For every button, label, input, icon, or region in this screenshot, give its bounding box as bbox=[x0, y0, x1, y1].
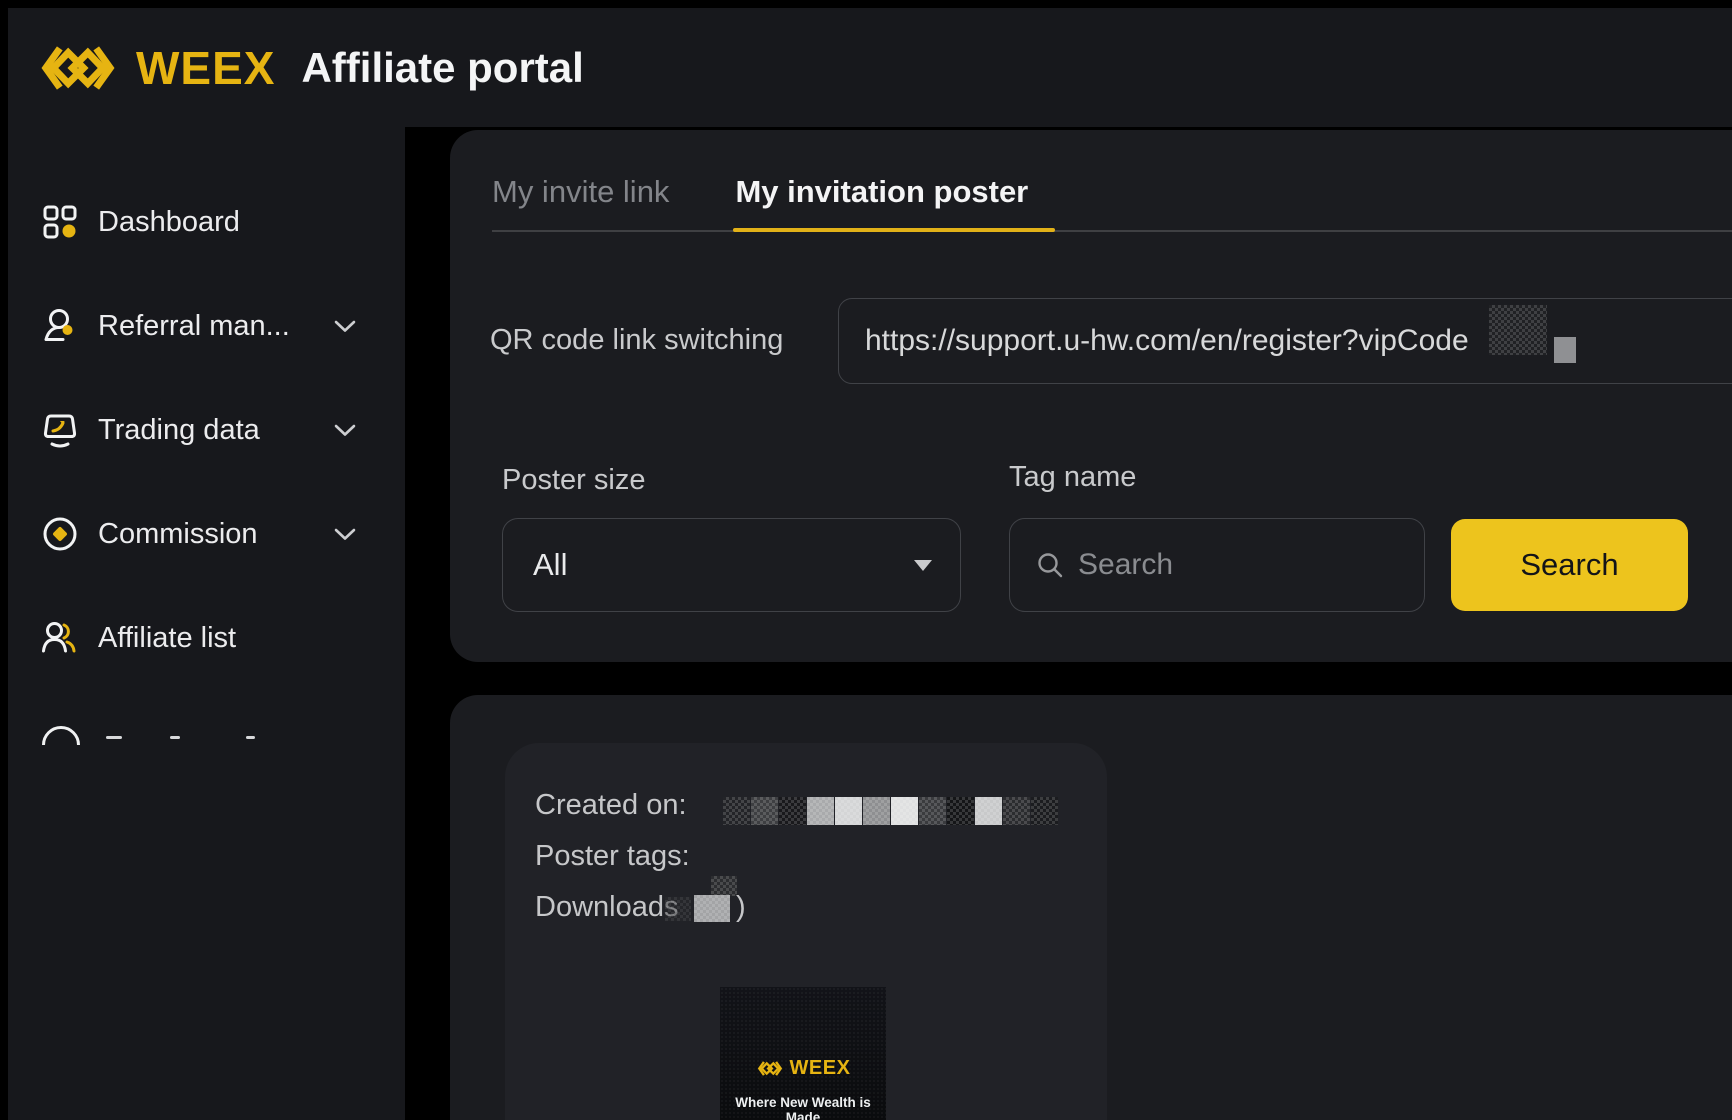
redacted-code-blur bbox=[1489, 305, 1547, 355]
sidebar-item-trading-data[interactable]: Trading data bbox=[40, 404, 380, 456]
tab-my-invite-link[interactable]: My invite link bbox=[492, 174, 669, 210]
qr-link-input[interactable] bbox=[839, 299, 1732, 383]
trading-monitor-icon bbox=[40, 410, 80, 450]
downloads-label: Downloads bbox=[535, 891, 678, 924]
app-header: WEEX Affiliate portal bbox=[8, 8, 1732, 127]
search-button[interactable]: Search bbox=[1451, 519, 1688, 611]
poster-size-select[interactable]: All bbox=[502, 518, 961, 612]
qr-link-input-wrap bbox=[838, 298, 1732, 384]
redacted-count-block-gray bbox=[694, 895, 730, 922]
commission-coin-icon bbox=[40, 514, 80, 554]
sidebar-item-label: Trading data bbox=[98, 414, 334, 447]
poster-thumbnail[interactable]: WEEX Where New Wealth is Made bbox=[720, 987, 886, 1120]
tag-name-label: Tag name bbox=[1009, 461, 1136, 494]
affiliate-portal-page: WEEX Affiliate portal Dashboard bbox=[0, 0, 1732, 1120]
sidebar-item-dashboard[interactable]: Dashboard bbox=[40, 196, 380, 248]
sidebar-item-label: Referral man... bbox=[98, 310, 334, 343]
redacted-count-blur bbox=[665, 897, 691, 921]
chevron-down-icon bbox=[334, 528, 356, 541]
caret-down-icon bbox=[914, 560, 932, 571]
partial-label-fragment bbox=[106, 736, 122, 739]
sidebar-item-referral-management[interactable]: Referral man... bbox=[40, 300, 380, 352]
dashboard-grid-icon bbox=[40, 202, 80, 242]
search-icon bbox=[1036, 551, 1064, 579]
poster-item-card: Created on: Poster tags: Downloads ) bbox=[505, 743, 1107, 1120]
qr-link-label: QR code link switching bbox=[490, 324, 783, 357]
tag-name-input[interactable] bbox=[1078, 548, 1358, 582]
poster-tagline: Where New Wealth is Made bbox=[720, 1095, 886, 1120]
poster-results-card: Created on: Poster tags: Downloads ) bbox=[450, 695, 1732, 1120]
poster-controls-card: My invite link My invitation poster QR c… bbox=[450, 130, 1732, 662]
partial-label-fragment bbox=[246, 736, 255, 739]
sidebar-item-label: Affiliate list bbox=[98, 622, 380, 655]
active-tab-underline bbox=[733, 228, 1055, 232]
sidebar-item-label: Commission bbox=[98, 518, 334, 551]
brand-name: WEEX bbox=[136, 41, 275, 95]
poster-brand-text: WEEX bbox=[790, 1057, 851, 1080]
chevron-down-icon bbox=[334, 320, 356, 333]
sidebar-item-commission[interactable]: Commission bbox=[40, 508, 380, 560]
redacted-code-block bbox=[1554, 337, 1576, 363]
tab-my-invitation-poster[interactable]: My invitation poster bbox=[735, 174, 1028, 210]
tab-divider bbox=[492, 230, 1732, 232]
sidebar-item-affiliate-list[interactable]: Affiliate list bbox=[40, 612, 380, 664]
downloads-paren: ) bbox=[736, 891, 746, 924]
poster-size-label: Poster size bbox=[502, 464, 645, 497]
referral-person-icon bbox=[40, 306, 80, 346]
chevron-down-icon bbox=[334, 424, 356, 437]
affiliate-people-icon bbox=[40, 618, 80, 658]
weex-logo-icon bbox=[756, 1059, 784, 1078]
sidebar: Dashboard Referral man... bbox=[8, 127, 405, 1120]
redacted-count-block-dark bbox=[711, 876, 737, 896]
created-on-label: Created on: bbox=[535, 789, 687, 822]
weex-logo-icon bbox=[36, 40, 120, 96]
partial-circle-icon bbox=[42, 726, 80, 745]
redacted-date-mosaic bbox=[723, 797, 1058, 825]
tag-name-search-field bbox=[1009, 518, 1425, 612]
page-title: Affiliate portal bbox=[301, 44, 583, 92]
sidebar-item-partial[interactable] bbox=[40, 724, 340, 745]
tab-bar: My invite link My invitation poster bbox=[492, 174, 1028, 210]
sidebar-item-label: Dashboard bbox=[98, 206, 380, 239]
poster-tags-label: Poster tags: bbox=[535, 840, 690, 873]
poster-size-value: All bbox=[533, 547, 914, 583]
partial-label-fragment bbox=[170, 736, 180, 739]
